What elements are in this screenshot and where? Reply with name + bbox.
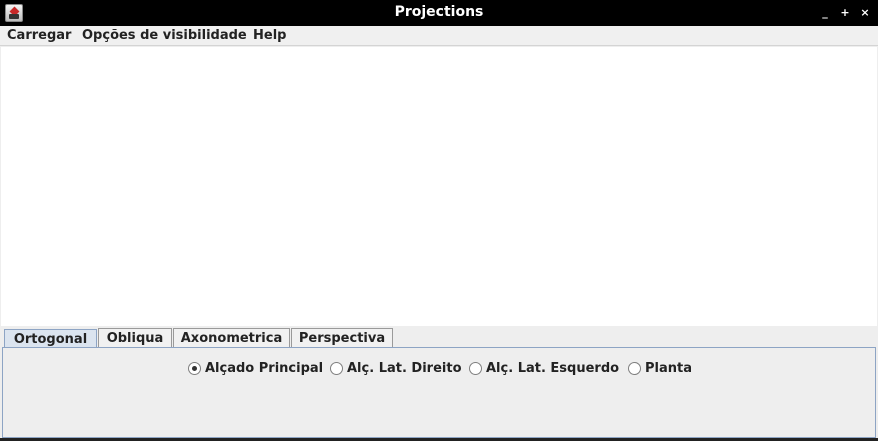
window-title: Projections bbox=[394, 4, 484, 20]
tab-obliqua[interactable]: Obliqua bbox=[98, 328, 172, 348]
menu-bar: Carregar Opções de visibilidade Help bbox=[0, 26, 878, 46]
menu-carregar[interactable]: Carregar bbox=[7, 28, 71, 43]
tab-panel-ortogonal: Alçado Principal Alç. Lat. Direito Alç. … bbox=[2, 347, 876, 438]
title-bar[interactable]: Projections _ + × bbox=[0, 0, 878, 26]
view-radio-group: Alçado Principal Alç. Lat. Direito Alç. … bbox=[3, 360, 877, 378]
radio-label: Planta bbox=[645, 361, 692, 376]
tab-axonometrica[interactable]: Axonometrica bbox=[173, 328, 290, 348]
tab-ortogonal[interactable]: Ortogonal bbox=[4, 329, 97, 349]
menu-visibility-options[interactable]: Opções de visibilidade bbox=[82, 28, 247, 43]
tab-perspectiva[interactable]: Perspectiva bbox=[291, 328, 393, 348]
close-button[interactable]: × bbox=[858, 6, 872, 20]
app-window: Projections _ + × Carregar Opções de vis… bbox=[0, 0, 878, 441]
radio-label: Alç. Lat. Esquerdo bbox=[486, 361, 620, 376]
maximize-button[interactable]: + bbox=[838, 6, 852, 20]
radio-unselected-icon[interactable] bbox=[628, 362, 641, 375]
minimize-button[interactable]: _ bbox=[818, 6, 832, 20]
drawing-canvas[interactable] bbox=[1, 47, 877, 326]
radio-unselected-icon[interactable] bbox=[330, 362, 343, 375]
radio-label: Alçado Principal bbox=[205, 361, 324, 376]
radio-unselected-icon[interactable] bbox=[469, 362, 482, 375]
projection-tabs: Ortogonal Obliqua Axonometrica Perspecti… bbox=[0, 326, 878, 349]
radio-selected-icon[interactable] bbox=[188, 362, 201, 375]
menu-help[interactable]: Help bbox=[253, 28, 286, 43]
radio-label: Alç. Lat. Direito bbox=[347, 361, 462, 376]
